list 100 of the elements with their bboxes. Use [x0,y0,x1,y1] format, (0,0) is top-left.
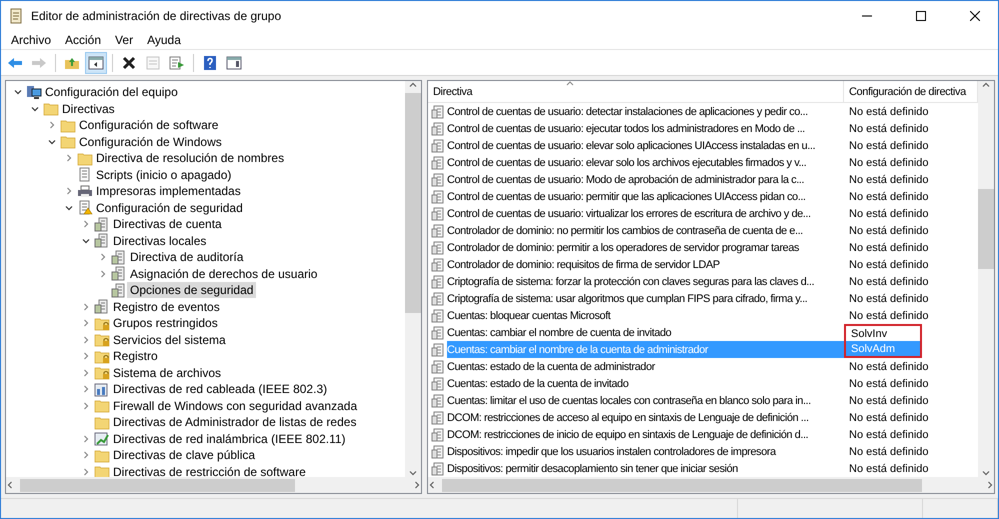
policy-name[interactable]: Controlador de dominio: no permitir los cambios de contraseña de cuenta de e... [447,222,844,239]
maximize-icon [916,10,926,20]
policy-name[interactable]: Dispositivos: impedir que los usuarios instalen controladores de impresora [447,443,844,460]
tree-item[interactable]: Registro [110,348,161,364]
folder-up-icon [64,56,80,70]
policy-icon [431,444,445,458]
column-header[interactable]: Directiva [428,81,844,102]
policy-setting: No está definido [848,138,930,154]
scroll-down-icon[interactable] [982,469,990,477]
menu-item[interactable]: Archivo [4,32,58,46]
tree-item[interactable]: Directiva de auditoría [127,249,246,266]
policy-icon [431,172,445,186]
network-icon [94,382,110,397]
tree-item[interactable]: Directivas de restricción de software [110,464,309,477]
scrollbar-thumb[interactable] [20,478,295,492]
policy-name[interactable]: Cuentas: limitar el uso de cuentas locales con contraseña en blanco solo para in... [447,392,844,409]
delete-icon [122,56,136,70]
policy-setting: No está definido [848,394,930,408]
tree-item[interactable]: Configuración de seguridad [93,200,246,216]
policy-name[interactable]: Cuentas: bloquear cuentas Microsoft [447,307,844,324]
folder-icon [94,398,110,414]
policy-name[interactable]: Control de cuentas de usuario: detectar instalaciones de aplicaciones y pedir co... [447,103,844,120]
menu-item[interactable]: Ver [108,32,140,46]
tree-item[interactable]: Directivas de red inalámbrica (IEEE 802.11) [110,430,349,447]
tree-item[interactable]: Sistema de archivos [110,364,224,381]
folder-icon [94,414,110,430]
tree-item[interactable]: Firewall de Windows con seguridad avanzada [110,398,360,414]
policy-setting: No está definido [848,104,930,120]
policy-name[interactable]: Control de cuentas de usuario: elevar solo los archivos ejecutables firmados y v... [447,154,844,171]
tree-item[interactable]: Impresoras implementadas [93,183,244,200]
folder-icon [43,101,59,116]
policy-icon [94,216,110,232]
policy-name[interactable]: Dispositivos: permitir desacoplamiento sin tener que iniciar sesión [447,460,844,477]
policy-setting: No está definido [848,206,930,222]
policy-name[interactable]: Criptografía de sistema: usar algoritmos que cumplan FIPS para cifrado, firma y... [447,290,844,307]
help-icon [203,54,217,70]
policy-name[interactable]: DCOM: restricciones de acceso al equipo en sintaxis de Lenguaje de definición ... [447,409,844,426]
scroll-left-icon[interactable] [6,481,14,489]
tree-item[interactable]: Scripts (inicio o apagado) [93,166,234,183]
menu-item[interactable]: Acción [58,32,108,46]
tree-item[interactable]: Grupos restringidos [110,315,221,332]
vertical-scrollbar[interactable] [978,81,994,477]
tree-item[interactable]: Configuración del equipo [42,84,181,100]
export-icon [169,56,185,70]
tree-item[interactable]: Servicios del sistema [110,332,229,348]
policy-icon [431,326,445,340]
scroll-right-icon[interactable] [413,481,421,489]
scrollbar-thumb[interactable] [405,93,421,313]
policy-icon [431,394,445,408]
tree-item[interactable]: Registro de eventos [110,298,223,315]
tree-item[interactable]: Directivas de cuenta [110,216,225,232]
policy-setting: No está definido [848,410,930,426]
tree-item[interactable]: Opciones de seguridad [127,282,256,298]
policy-icon [431,410,445,424]
tree-item[interactable]: Asignación de derechos de usuario [127,266,320,282]
tree-item[interactable]: Directivas locales [110,232,210,249]
folder-icon [60,134,76,150]
policy-setting: No está definido [848,292,930,306]
policy-name[interactable]: Controlador de dominio: permitir a los operadores de servidor programar tareas [447,239,844,256]
policy-name[interactable]: Control de cuentas de usuario: permitir que las aplicaciones UIAccess pidan co... [447,188,844,205]
policy-setting: No está definido [848,274,930,290]
policy-icon [431,206,445,220]
policy-icon [431,190,445,204]
policy-name[interactable]: Control de cuentas de usuario: ejecutar todos los administradores en Modo de ... [447,120,844,137]
vertical-scrollbar[interactable] [405,81,421,477]
horizontal-scrollbar[interactable] [428,477,994,493]
tree-item[interactable]: Directiva de resolución de nombres [93,150,288,166]
locked-folder-icon [94,332,110,348]
policy-setting: No está definido [848,240,930,256]
tree-item[interactable]: Configuración de software [76,117,222,134]
policy-name[interactable]: Cuentas: estado de la cuenta de administrador [447,358,844,375]
scroll-left-icon[interactable] [428,481,436,489]
scroll-up-icon[interactable] [409,81,417,89]
policy-name[interactable]: Cuentas: cambiar el nombre de cuenta de invitado [447,324,844,341]
scrollbar-thumb[interactable] [978,189,994,269]
tree-item[interactable]: Directivas [59,100,118,117]
tree-item[interactable]: Directivas de Administrador de listas de redes [110,414,360,430]
tree-item[interactable]: Directivas de clave pública [110,447,258,464]
locked-folder-icon [94,316,110,331]
horizontal-scrollbar[interactable] [6,477,421,493]
policy-setting: No está definido [848,224,930,238]
policy-name[interactable]: Criptografía de sistema: forzar la protección con claves seguras para las claves d... [447,273,844,290]
tree-item[interactable]: Directivas de red cableada (IEEE 802.3) [110,381,330,398]
policy-icon [431,156,445,170]
policy-name[interactable]: Cuentas: estado de la cuenta de invitado [447,375,844,392]
policy-name[interactable]: Control de cuentas de usuario: virtualizar los errores de escritura de archivo y de... [447,205,844,222]
scroll-down-icon[interactable] [409,469,417,477]
policy-setting: No está definido [848,190,930,204]
folder-icon [94,448,110,463]
menu-item[interactable]: Ayuda [140,32,188,46]
scroll-right-icon[interactable] [986,481,994,489]
policy-name[interactable]: Control de cuentas de usuario: Modo de aprobación de administrador para la c... [447,171,844,188]
window-title: Editor de administración de directivas de grupo [31,8,282,22]
policy-name[interactable]: DCOM: restricciones de inicio de equipo en sintaxis de Lenguaje de definición d... [447,426,844,443]
policy-name[interactable]: Control de cuentas de usuario: elevar solo aplicaciones UIAccess instaladas en u... [447,137,844,154]
policy-icon [431,376,445,390]
policy-name[interactable]: Controlador de dominio: requisitos de firma de servidor LDAP [447,256,844,273]
scroll-up-icon[interactable] [982,81,990,89]
tree-item[interactable]: Configuración de Windows [76,134,225,150]
scrollbar-thumb[interactable] [442,478,922,492]
